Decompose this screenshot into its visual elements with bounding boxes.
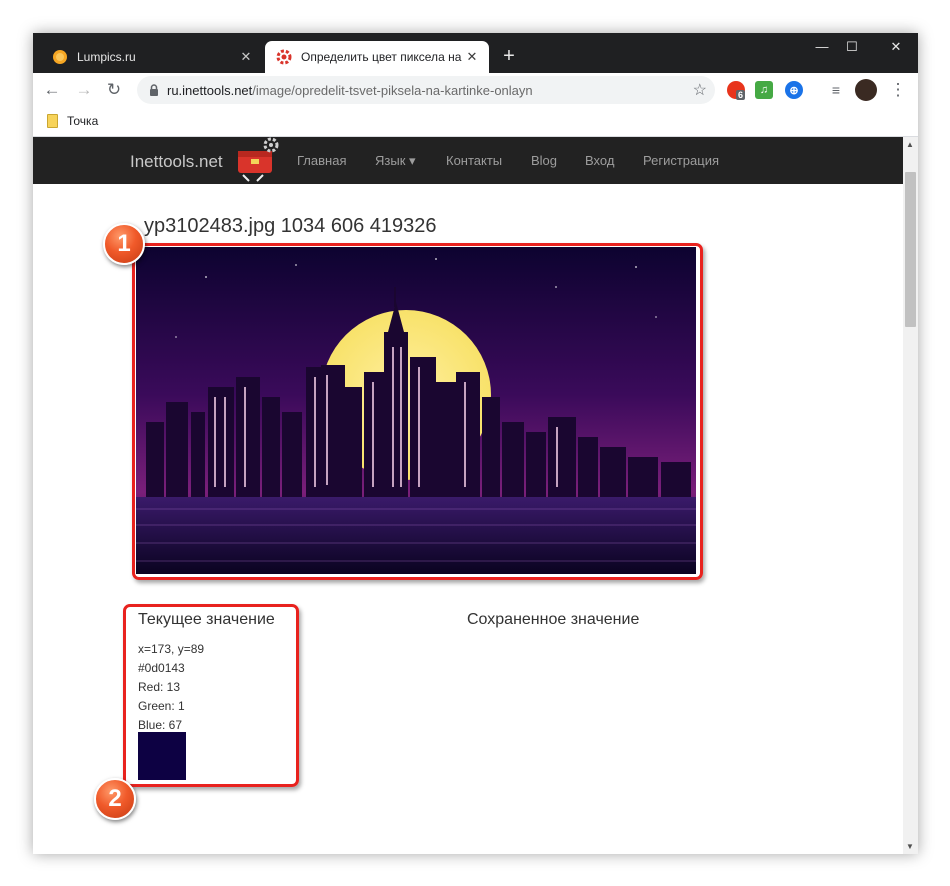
scrollbar-thumb[interactable] (905, 172, 916, 327)
nav-link-register[interactable]: Регистрация (643, 153, 719, 168)
extension-badge: 6 (736, 90, 746, 100)
image-info-heading: yp3102483.jpg 1034 606 419326 (144, 215, 437, 237)
site-navbar: Inettools.net Главная Язык ▾ Контакты Bl… (33, 137, 903, 184)
green-value: Green: 1 (138, 699, 185, 713)
bookmarks-bar: Точка (33, 107, 918, 137)
folder-icon (47, 114, 58, 128)
tab-strip: Lumpics.ru ✕ Определить цвет пиксела на … (33, 33, 918, 73)
url-text: ru.inettools.net/image/opredelit-tsvet-p… (167, 83, 533, 98)
browser-toolbar: ← → ↻ ru.inettools.net/image/opredelit-t… (33, 73, 918, 107)
browser-window: Lumpics.ru ✕ Определить цвет пиксела на … (33, 33, 918, 854)
saved-value-title: Сохраненное значение (467, 611, 640, 628)
coords-text: x=173, y=89 (138, 642, 205, 656)
new-tab-button[interactable]: + (499, 46, 519, 66)
bookmark-label: Точка (67, 114, 99, 128)
menu-dots-icon[interactable]: ⋮ (887, 79, 909, 101)
close-window-button[interactable]: ✕ (882, 39, 910, 55)
toolbox-logo-icon (233, 137, 281, 183)
tab-title: Определить цвет пиксела на ка (301, 50, 464, 64)
tab-title: Lumpics.ru (77, 50, 136, 64)
tab-inettools[interactable]: Определить цвет пиксела на ка ✕ (265, 41, 489, 73)
url-path: /image/opredelit-tsvet-piksela-na-kartin… (252, 83, 533, 98)
tab-lumpics[interactable]: Lumpics.ru ✕ (41, 41, 263, 73)
scroll-down-arrow-icon[interactable]: ▼ (906, 842, 914, 851)
profile-avatar[interactable] (855, 79, 877, 101)
reload-icon[interactable]: ↻ (103, 79, 125, 101)
forward-arrow-icon[interactable]: → (73, 79, 95, 101)
close-tab-icon[interactable]: ✕ (238, 49, 254, 65)
music-extension-icon[interactable]: ♫ (755, 81, 773, 99)
page-viewport: Inettools.net Главная Язык ▾ Контакты Bl… (33, 137, 918, 854)
lock-icon (147, 83, 161, 97)
callout-1-badge: 1 (103, 223, 145, 265)
nav-link-contacts[interactable]: Контакты (446, 153, 502, 168)
red-value: Red: 13 (138, 680, 181, 694)
nav-link-blog[interactable]: Blog (531, 153, 557, 168)
url-host: ru.inettools.net (167, 83, 253, 98)
back-arrow-icon[interactable]: ← (41, 79, 63, 101)
scroll-up-arrow-icon[interactable]: ▲ (906, 140, 914, 149)
close-tab-icon[interactable]: ✕ (464, 49, 480, 65)
nav-link-login[interactable]: Вход (585, 153, 614, 168)
maximize-button[interactable]: ☐ (838, 39, 866, 55)
image-highlight-frame (132, 243, 703, 580)
extension-red-icon[interactable]: 6 (727, 81, 746, 100)
media-queue-icon[interactable]: ≡ (825, 79, 847, 101)
bookmark-tochka[interactable]: Точка (47, 114, 98, 128)
minimize-button[interactable]: — (808, 39, 836, 55)
vertical-scrollbar[interactable]: ▲ ▼ (903, 137, 918, 854)
globe-extension-icon[interactable]: ⊕ (785, 81, 803, 99)
bookmark-star-icon[interactable]: ☆ (693, 80, 707, 100)
gear-favicon-icon (276, 49, 292, 65)
current-value-title: Текущее значение (138, 611, 275, 628)
hex-value: #0d0143 (138, 661, 185, 675)
color-swatch (138, 732, 186, 780)
nav-link-home[interactable]: Главная (297, 153, 346, 168)
callout-2-badge: 2 (94, 778, 136, 820)
lumpics-favicon-icon (52, 49, 68, 65)
blue-value: Blue: 67 (138, 718, 183, 732)
site-brand[interactable]: Inettools.net (130, 152, 223, 172)
nav-link-language[interactable]: Язык ▾ (375, 153, 416, 169)
address-bar[interactable]: ru.inettools.net/image/opredelit-tsvet-p… (137, 76, 715, 104)
